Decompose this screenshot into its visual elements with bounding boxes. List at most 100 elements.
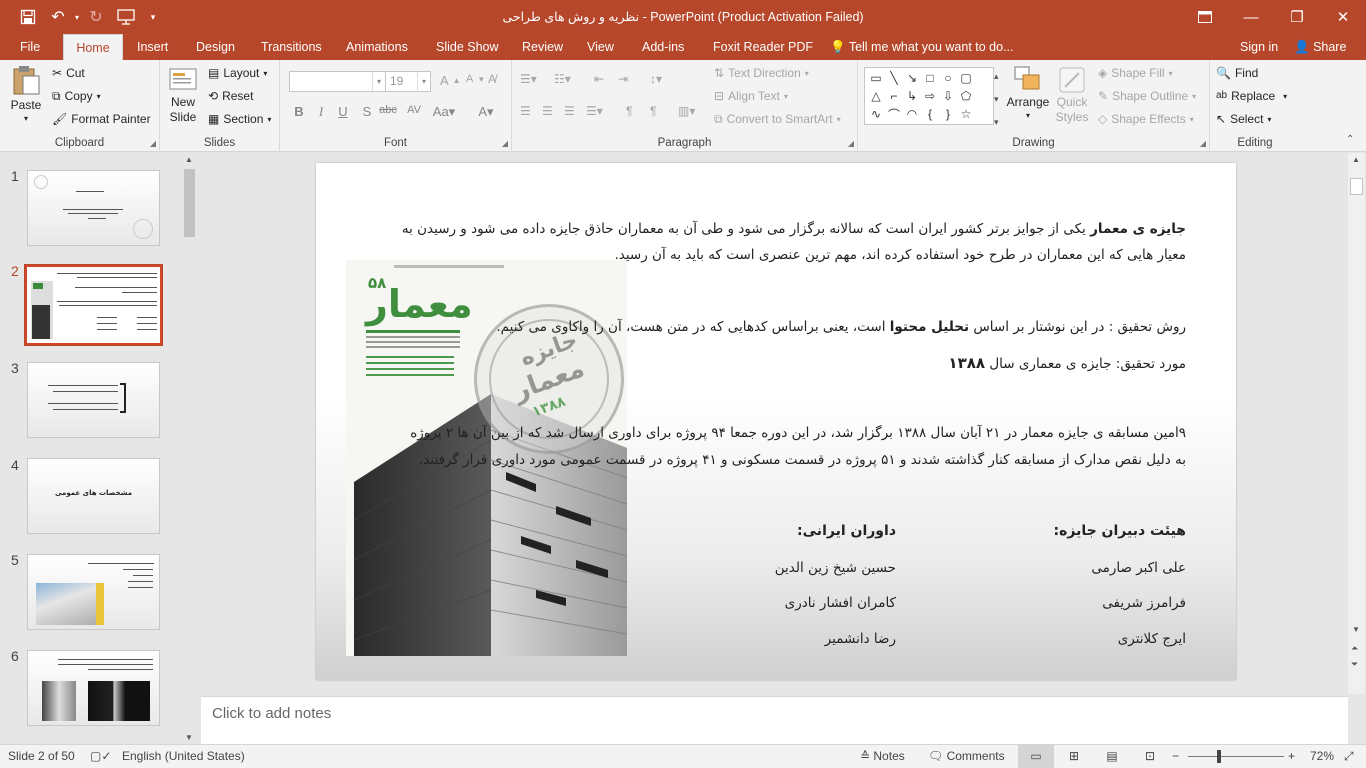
drawing-launcher-icon[interactable]: ◢ — [1200, 139, 1206, 148]
increase-indent-icon[interactable]: ⇥ — [618, 72, 628, 86]
clear-formatting-icon[interactable]: A̸ — [488, 72, 496, 86]
line-spacing-icon[interactable]: ↕▾ — [650, 72, 662, 86]
reading-view-icon[interactable]: ▤ — [1102, 745, 1122, 768]
customize-qat-icon[interactable]: ▾ — [142, 0, 164, 34]
elbow-connector-icon[interactable]: ⌐ — [885, 87, 903, 105]
restore-icon[interactable]: ❐ — [1274, 0, 1320, 34]
decrease-font-icon[interactable]: A ▼ — [466, 73, 485, 85]
columns-icon[interactable]: ▥▾ — [678, 104, 695, 118]
share-button[interactable]: 👤 Share — [1286, 34, 1354, 60]
character-spacing-icon[interactable]: AV — [404, 104, 424, 116]
increase-font-icon[interactable]: A ▲ — [440, 73, 461, 88]
align-text-button[interactable]: ⊟ Align Text ▾ — [714, 89, 788, 103]
triangle-shape-icon[interactable]: △ — [867, 87, 885, 105]
copy-button[interactable]: ⧉ Copy ▾ — [52, 89, 101, 103]
slide-research-case[interactable]: مورد تحقیق: جایزه ی معماری سال ۱۳۸۸ — [948, 354, 1186, 372]
format-painter-button[interactable]: 🖌 Format Painter — [52, 112, 151, 126]
slide-thumbnail-5[interactable] — [27, 554, 160, 630]
rtl-icon[interactable]: ¶ — [650, 104, 656, 118]
rounded-rect-shape-icon[interactable]: ▢ — [957, 69, 975, 87]
save-icon[interactable] — [12, 0, 44, 34]
strikethrough-icon[interactable]: abc — [378, 104, 398, 116]
language-indicator[interactable]: English (United States) — [122, 745, 245, 768]
slide-thumbnail-1[interactable] — [27, 170, 160, 246]
arrow-line-shape-icon[interactable]: ↘ — [903, 69, 921, 87]
arrange-button[interactable]: Arrange ▾ — [1006, 65, 1050, 120]
slide-competition-line-2[interactable]: به دلیل نقص مدارک از مسابقه کنار گذاشته … — [419, 452, 1186, 468]
layout-button[interactable]: ▤ Layout ▾ — [208, 66, 267, 80]
change-case-icon[interactable]: Aa▾ — [430, 104, 458, 120]
left-brace-shape-icon[interactable]: { — [921, 105, 939, 123]
bold-icon[interactable]: B — [289, 104, 309, 119]
slide-thumbnail-3[interactable] — [27, 362, 160, 438]
slide-thumbnail-4[interactable]: مشخصات های عمومی — [27, 458, 160, 534]
fit-slide-icon[interactable]: ⤢ — [1344, 745, 1354, 768]
tell-me-search[interactable]: 💡 Tell me what you want to do... — [822, 34, 1022, 60]
tab-file[interactable]: File — [12, 34, 48, 60]
section-button[interactable]: ▦ Section ▾ — [208, 112, 271, 126]
editor-scrollbar[interactable]: ▲ ▼ ⏶ ⏷ — [1348, 153, 1365, 694]
collapse-ribbon-icon[interactable]: ⌃ — [1346, 134, 1354, 145]
star-shape-icon[interactable]: ☆ — [957, 105, 975, 123]
tab-add-ins[interactable]: Add-ins — [634, 34, 692, 60]
cut-button[interactable]: ✂ Cut — [52, 66, 85, 80]
zoom-in-icon[interactable]: + — [1288, 745, 1295, 768]
tab-review[interactable]: Review — [514, 34, 571, 60]
justify-icon[interactable]: ☰▾ — [586, 104, 603, 118]
find-button[interactable]: 🔍 Find — [1216, 66, 1258, 80]
tab-animations[interactable]: Animations — [338, 34, 416, 60]
slide-thumbnail-2[interactable] — [24, 264, 163, 346]
secretary-3[interactable]: ایرج کلانتری — [1118, 631, 1186, 647]
undo-icon[interactable]: ↶ — [44, 0, 72, 34]
slideshow-view-icon[interactable]: ⊡ — [1140, 745, 1160, 768]
reset-button[interactable]: ⟲ Reset — [208, 89, 253, 103]
curve-shape-icon[interactable]: ⌒ — [885, 105, 903, 123]
oval-shape-icon[interactable]: ○ — [939, 69, 957, 87]
new-slide-button[interactable]: New Slide — [166, 65, 200, 125]
quick-styles-button[interactable]: Quick Styles — [1054, 65, 1090, 125]
zoom-level[interactable]: 72% — [1310, 745, 1334, 768]
font-color-icon[interactable]: A▾ — [472, 104, 500, 120]
judge-2[interactable]: کامران افشار نادری — [785, 595, 896, 611]
select-button[interactable]: ↖ Select ▾ — [1216, 112, 1271, 126]
tab-slide-show[interactable]: Slide Show — [428, 34, 507, 60]
bullets-icon[interactable]: ☰▾ — [520, 72, 537, 86]
clipboard-launcher-icon[interactable]: ◢ — [150, 139, 156, 148]
scroll-down-icon[interactable]: ▼ — [1352, 625, 1360, 634]
judges-heading[interactable]: داوران ایرانی: — [797, 523, 896, 539]
sign-in-link[interactable]: Sign in — [1232, 34, 1286, 60]
slide-research-method[interactable]: روش تحقیق : در این نوشتار بر اساس تحلیل … — [496, 319, 1186, 335]
freeform-shape-icon[interactable]: ∿ — [867, 105, 885, 123]
zoom-slider-thumb[interactable] — [1217, 750, 1221, 763]
font-name-combo[interactable]: ▾ — [289, 71, 386, 92]
slide-competition-line-1[interactable]: ۹امین مسابقه ی جایزه معمار در ۲۱ آبان سا… — [410, 425, 1186, 441]
judge-3[interactable]: رضا دانشمیر — [825, 631, 896, 647]
line-shape-icon[interactable]: ╲ — [885, 69, 903, 87]
scroll-down-icon[interactable]: ▼ — [185, 733, 193, 742]
ltr-icon[interactable]: ¶ — [626, 104, 632, 118]
judge-1[interactable]: حسین شیخ زین الدین — [775, 560, 896, 576]
ribbon-display-options-icon[interactable] — [1182, 0, 1228, 34]
slide-paragraph-1[interactable]: جایزه ی معمار یکی از جوایز برتر کشور ایر… — [402, 221, 1186, 237]
scroll-up-icon[interactable]: ▲ — [185, 155, 193, 164]
previous-slide-icon[interactable]: ⏶ — [1351, 643, 1358, 654]
minimize-icon[interactable]: — — [1228, 0, 1274, 34]
shapes-gallery[interactable]: ▭ ╲ ↘ □ ○ ▢ △ ⌐ ↳ ⇨ ⇩ ⬠ ∿ ⌒ ◠ { } ☆ — [864, 67, 994, 125]
paste-button[interactable]: Paste ▾ — [8, 64, 44, 123]
thumbnails-scrollbar[interactable]: ▲ ▼ — [181, 153, 198, 744]
slide-canvas[interactable]: ۵۸ معمار جایزه معمار ۱۳۸۸ جایزه ی معمار … — [316, 163, 1236, 680]
comments-toggle-button[interactable]: 🗨 Comments — [928, 745, 1005, 768]
paragraph-launcher-icon[interactable]: ◢ — [848, 139, 854, 148]
convert-smartart-button[interactable]: ⧉ Convert to SmartArt ▾ — [714, 112, 841, 126]
shape-effects-button[interactable]: ◇ Shape Effects ▾ — [1098, 112, 1194, 126]
font-launcher-icon[interactable]: ◢ — [502, 139, 508, 148]
text-direction-button[interactable]: ⇅ Text Direction ▾ — [714, 66, 809, 80]
text-shadow-icon[interactable]: S — [357, 104, 377, 119]
next-slide-icon[interactable]: ⏷ — [1351, 659, 1358, 670]
redo-icon[interactable]: ↻ — [82, 0, 110, 34]
italic-icon[interactable]: I — [311, 104, 331, 120]
slide-thumbnail-6[interactable] — [27, 650, 160, 726]
down-arrow-shape-icon[interactable]: ⇩ — [939, 87, 957, 105]
thumbnails-scroll-thumb[interactable] — [184, 169, 195, 237]
align-center-icon[interactable]: ☰ — [542, 104, 553, 118]
